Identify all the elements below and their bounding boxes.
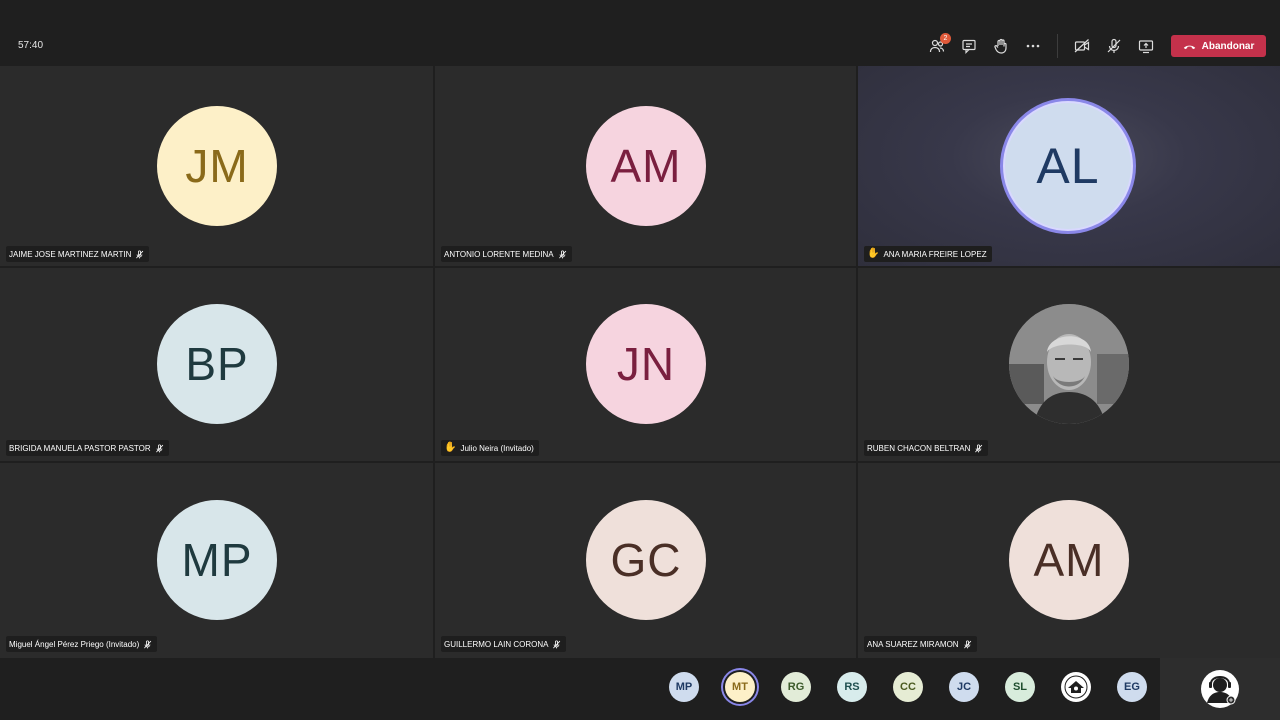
participant-name-label: ANTONIO LORENTE MEDINA <box>441 246 572 262</box>
participant-avatar: AM <box>1009 500 1129 620</box>
participant-name: ANA MARIA FREIRE LOPEZ <box>883 249 987 259</box>
video-grid: JM JAIME JOSE MARTINEZ MARTIN AM ANTONIO… <box>0 66 1280 658</box>
participant-name: ANA SUAREZ MIRAMON <box>867 639 959 649</box>
overflow-participant-avatar[interactable]: JC <box>949 672 979 702</box>
participant-avatar: BP <box>157 304 277 424</box>
mic-off-icon <box>552 639 561 649</box>
chat-icon <box>962 39 976 54</box>
participant-name: JAIME JOSE MARTINEZ MARTIN <box>9 249 132 259</box>
camera-off-icon <box>1074 39 1090 53</box>
leave-meeting-button[interactable]: Abandonar <box>1171 35 1266 57</box>
participants-button[interactable]: 2 <box>927 33 951 56</box>
overflow-participant-avatar[interactable] <box>1061 672 1091 702</box>
participant-tile[interactable]: RUBEN CHACON BELTRAN <box>858 268 1280 461</box>
overflow-participant-avatar[interactable]: RS <box>837 672 867 702</box>
participant-name: GUILLERMO LAIN CORONA <box>444 639 549 649</box>
chat-button[interactable] <box>959 36 979 56</box>
meeting-top-bar: 57:40 2 Abandonar <box>0 0 1280 66</box>
participant-name-label: RUBEN CHACON BELTRAN <box>864 440 989 456</box>
participant-avatar: JM <box>157 106 277 226</box>
participant-name: ANTONIO LORENTE MEDINA <box>444 249 554 259</box>
participant-name-label: ✋ Julio Neira (Invitado) <box>441 440 539 456</box>
participant-name-label: JAIME JOSE MARTINEZ MARTIN <box>6 246 150 262</box>
mic-off-icon <box>135 249 144 259</box>
participant-name: RUBEN CHACON BELTRAN <box>867 443 971 453</box>
self-avatar-icon <box>1201 670 1239 708</box>
participant-avatar: MP <box>157 500 277 620</box>
overflow-participant-avatar[interactable]: SL <box>1005 672 1035 702</box>
overflow-participant-avatar[interactable]: EG <box>1117 672 1147 702</box>
more-options-icon <box>1026 44 1040 48</box>
raised-hand-icon: ✋ <box>867 248 880 259</box>
mic-off-icon <box>143 639 152 649</box>
participant-tile[interactable]: BP BRIGIDA MANUELA PASTOR PASTOR <box>0 268 433 461</box>
participant-name: Julio Neira (Invitado) <box>460 443 534 453</box>
participant-avatar: GC <box>586 500 706 620</box>
profile-photo-icon <box>1009 304 1129 424</box>
participant-avatar: AL <box>1000 98 1136 234</box>
participant-name: BRIGIDA MANUELA PASTOR PASTOR <box>9 443 151 453</box>
participant-tile[interactable]: AM ANTONIO LORENTE MEDINA <box>435 66 856 266</box>
hang-up-icon <box>1183 45 1195 49</box>
participant-name-label: ✋ ANA MARIA FREIRE LOPEZ <box>864 246 992 262</box>
participant-tile[interactable]: JM JAIME JOSE MARTINEZ MARTIN <box>0 66 433 266</box>
self-view-tile[interactable] <box>1160 658 1280 720</box>
participant-name-label: Miguel Ángel Pérez Priego (Invitado) <box>6 636 158 652</box>
overflow-participant-avatar[interactable]: MP <box>669 672 699 702</box>
participant-name: Miguel Ángel Pérez Priego (Invitado) <box>9 639 140 649</box>
participant-tile[interactable]: AM ANA SUAREZ MIRAMON <box>858 463 1280 658</box>
mic-toggle-button[interactable] <box>1104 36 1124 56</box>
camera-toggle-button[interactable] <box>1072 36 1092 56</box>
participant-tile[interactable]: GC GUILLERMO LAIN CORONA <box>435 463 856 658</box>
share-screen-icon <box>1138 40 1154 54</box>
overflow-participant-avatar-active[interactable]: MT <box>725 672 755 702</box>
participant-name-label: GUILLERMO LAIN CORONA <box>441 636 567 652</box>
more-options-button[interactable] <box>1023 36 1043 56</box>
participant-tile-speaking[interactable]: AL ✋ ANA MARIA FREIRE LOPEZ <box>858 66 1280 266</box>
share-screen-button[interactable] <box>1136 36 1156 56</box>
mic-off-icon <box>558 249 567 259</box>
raise-hand-icon <box>994 38 1007 54</box>
participant-tile[interactable]: JN ✋ Julio Neira (Invitado) <box>435 268 856 461</box>
overflow-participant-avatar[interactable]: CC <box>893 672 923 702</box>
participant-photo <box>1009 304 1129 424</box>
overflow-participant-avatar[interactable]: RG <box>781 672 811 702</box>
participant-name-label: ANA SUAREZ MIRAMON <box>864 636 977 652</box>
leave-label: Abandonar <box>1201 40 1255 52</box>
mic-off-icon <box>974 443 983 453</box>
participants-badge: 2 <box>940 33 951 44</box>
participant-avatar: JN <box>586 304 706 424</box>
participant-tile[interactable]: MP Miguel Ángel Pérez Priego (Invitado) <box>0 463 433 658</box>
meeting-timer: 57:40 <box>18 40 44 51</box>
toolbar-divider <box>1057 34 1058 58</box>
logo-avatar-icon <box>1064 675 1088 699</box>
mic-off-icon <box>963 639 972 649</box>
raised-hand-icon: ✋ <box>444 442 457 453</box>
participant-avatar: AM <box>586 106 706 226</box>
mic-off-icon <box>1107 38 1121 53</box>
participant-name-label: BRIGIDA MANUELA PASTOR PASTOR <box>6 440 169 456</box>
raise-hand-button[interactable] <box>991 36 1011 56</box>
mic-off-icon <box>155 443 164 453</box>
